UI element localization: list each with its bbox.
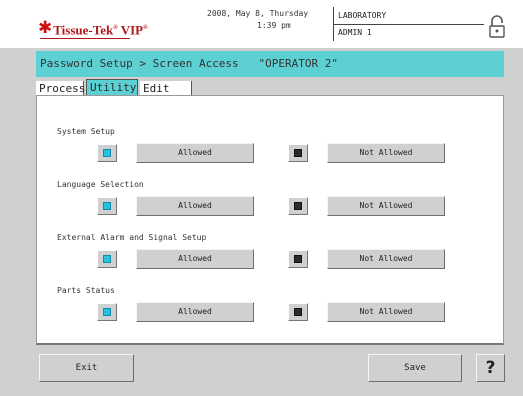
indicator-on-icon (103, 202, 111, 210)
department-label: LABORATORY (338, 11, 387, 20)
settings-panel: System Setup Allowed Not Allowed Languag… (36, 95, 504, 345)
not-allowed-indicator-parts-status[interactable] (288, 303, 308, 321)
tab-process[interactable]: Process (36, 81, 85, 96)
indicator-off-icon (294, 202, 302, 210)
not-allowed-button-system-setup[interactable]: Not Allowed (327, 143, 445, 163)
not-allowed-button-external-alarm[interactable]: Not Allowed (327, 249, 445, 269)
not-allowed-indicator-language-selection[interactable] (288, 197, 308, 215)
datetime: 2008, May 8, Thursday 1:39 pm (207, 8, 337, 32)
user-label: ADMIN 1 (338, 28, 372, 37)
section-label-parts-status: Parts Status (57, 286, 115, 295)
help-button[interactable]: ? (476, 354, 505, 382)
allowed-indicator-system-setup[interactable] (97, 144, 117, 162)
indicator-off-icon (294, 308, 302, 316)
date-text: 2008, May 8, Thursday (207, 9, 309, 18)
breadcrumb: Password Setup > Screen Access "OPERATOR… (40, 57, 339, 70)
not-allowed-button-parts-status[interactable]: Not Allowed (327, 302, 445, 322)
tab-utility[interactable]: Utility (86, 79, 138, 96)
star-logo-icon: ✱ (38, 18, 53, 38)
allowed-indicator-parts-status[interactable] (97, 303, 117, 321)
user-info: LABORATORY ADMIN 1 (333, 7, 484, 41)
time-text: 1:39 pm (257, 21, 291, 30)
tab-bar: Process Utility Edit (36, 77, 504, 96)
not-allowed-indicator-external-alarm[interactable] (288, 250, 308, 268)
allowed-indicator-external-alarm[interactable] (97, 250, 117, 268)
padlock-icon[interactable] (487, 15, 507, 39)
indicator-off-icon (294, 255, 302, 263)
logo-underline (40, 38, 130, 39)
not-allowed-button-language-selection[interactable]: Not Allowed (327, 196, 445, 216)
header: ✱ Tissue-Tek® VIP® 2008, May 8, Thursday… (0, 0, 523, 48)
indicator-off-icon (294, 149, 302, 157)
section-label-language-selection: Language Selection (57, 180, 144, 189)
section-label-system-setup: System Setup (57, 127, 115, 136)
not-allowed-indicator-system-setup[interactable] (288, 144, 308, 162)
indicator-on-icon (103, 308, 111, 316)
allowed-indicator-language-selection[interactable] (97, 197, 117, 215)
allowed-button-external-alarm[interactable]: Allowed (136, 249, 254, 269)
allowed-button-language-selection[interactable]: Allowed (136, 196, 254, 216)
allowed-button-parts-status[interactable]: Allowed (136, 302, 254, 322)
tab-edit[interactable]: Edit (140, 81, 192, 96)
exit-button[interactable]: Exit (39, 354, 134, 382)
allowed-button-system-setup[interactable]: Allowed (136, 143, 254, 163)
user-info-divider (334, 24, 484, 25)
logo-model: VIP (120, 22, 144, 38)
indicator-on-icon (103, 149, 111, 157)
save-button[interactable]: Save (368, 354, 462, 382)
tissue-tek-logo: ✱ Tissue-Tek® VIP® (38, 18, 148, 38)
section-label-external-alarm: External Alarm and Signal Setup (57, 233, 207, 242)
title-bar: Password Setup > Screen Access "OPERATOR… (36, 51, 504, 77)
logo-brand: Tissue-Tek (53, 22, 114, 38)
indicator-on-icon (103, 255, 111, 263)
